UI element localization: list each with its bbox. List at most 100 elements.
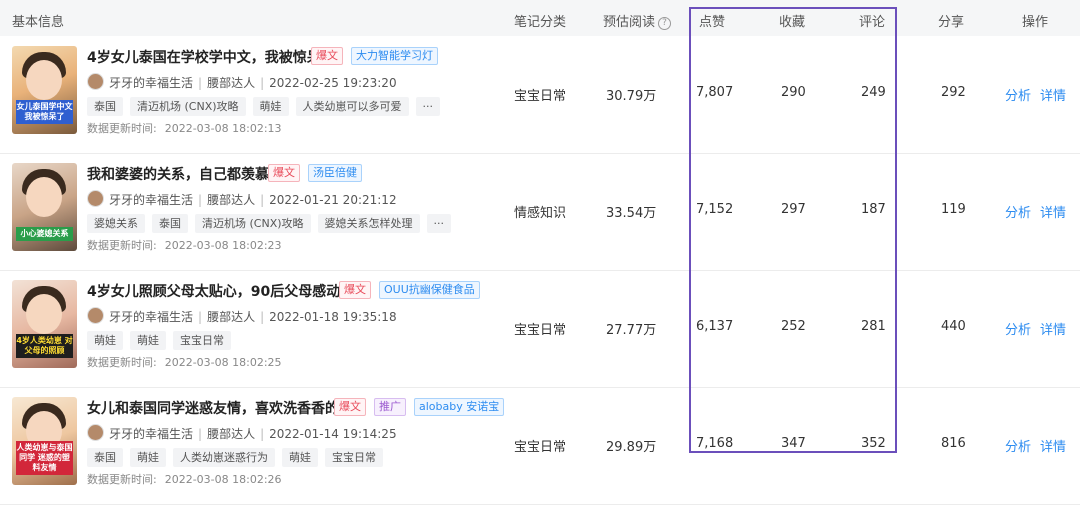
topic-tag[interactable]: ··· <box>426 214 452 233</box>
avatar <box>87 424 104 441</box>
shares-value: 119 <box>941 202 966 217</box>
detail-link[interactable]: 详情 <box>1040 436 1066 455</box>
note-thumbnail[interactable]: 4岁人类幼崽 对父母的照顾 <box>12 280 77 368</box>
divider: | <box>198 310 203 324</box>
topic-tag[interactable]: 萌娃 <box>87 331 123 350</box>
comments-value: 249 <box>861 85 886 100</box>
update-time: 数据更新时间: 2022-03-08 18:02:25 <box>87 354 282 370</box>
col-comments[interactable]: 评论 <box>859 11 885 30</box>
topic-tag[interactable]: 萌娃 <box>130 448 166 467</box>
thumbnail-face <box>26 177 62 217</box>
update-time-label: 数据更新时间: <box>87 356 157 369</box>
analyze-link[interactable]: 分析 <box>1005 319 1031 338</box>
divider: | <box>260 427 265 441</box>
note-thumbnail[interactable]: 女儿泰国学中文 我被惊呆了 <box>12 46 77 134</box>
topic-tag[interactable]: 萌娃 <box>282 448 318 467</box>
col-likes[interactable]: 点赞 <box>699 11 725 30</box>
comments-value: 187 <box>861 202 886 217</box>
brand-badge: 大力智能学习灯 <box>351 47 438 65</box>
update-time-label: 数据更新时间: <box>87 122 157 135</box>
author-name[interactable]: 牙牙的幸福生活 <box>109 193 193 207</box>
col-basic-info: 基本信息 <box>12 15 65 30</box>
col-est-reads[interactable]: 预估阅读? <box>603 11 672 30</box>
brand-badge: OUU抗幽保健食品 <box>379 281 480 299</box>
publish-time: 2022-01-14 19:14:25 <box>269 427 397 441</box>
divider: | <box>198 76 203 90</box>
update-time: 数据更新时间: 2022-03-08 18:02:13 <box>87 120 282 136</box>
analyze-link[interactable]: 分析 <box>1005 436 1031 455</box>
analyze-link[interactable]: 分析 <box>1005 202 1031 221</box>
topic-tag[interactable]: ··· <box>415 97 441 116</box>
shares-value: 816 <box>941 436 966 451</box>
divider: | <box>260 193 265 207</box>
note-title[interactable]: 4岁女儿照顾父母太贴心，90后父母感动哭了 <box>87 281 368 301</box>
hot-badge: 爆文 <box>311 47 343 65</box>
detail-link[interactable]: 详情 <box>1040 202 1066 221</box>
topic-tag[interactable]: 清迈机场 (CNX)攻略 <box>195 214 311 233</box>
analyze-link[interactable]: 分析 <box>1005 85 1031 104</box>
tag-list: 泰国 萌娃 人类幼崽迷惑行为 萌娃 宝宝日常 <box>87 446 390 467</box>
est-reads-value: 30.79万 <box>606 89 657 104</box>
publish-time: 2022-01-21 20:21:12 <box>269 193 397 207</box>
table-row: 小心婆媳关系 我和婆婆的关系，自己都羡慕了 爆文 汤臣倍健 牙牙的幸福生活 | 腰部达… <box>0 153 1080 271</box>
likes-value: 7,807 <box>696 85 734 100</box>
author-name[interactable]: 牙牙的幸福生活 <box>109 76 193 90</box>
update-time-label: 数据更新时间: <box>87 239 157 252</box>
brand-badge: 汤臣倍健 <box>308 164 362 182</box>
promo-badge: 推广 <box>374 398 406 416</box>
divider: | <box>260 310 265 324</box>
col-est-reads-label: 预估阅读 <box>603 15 656 30</box>
tag-list: 婆媳关系 泰国 清迈机场 (CNX)攻略 婆媳关系怎样处理 ··· <box>87 212 458 233</box>
likes-value: 7,152 <box>696 202 734 217</box>
detail-link[interactable]: 详情 <box>1040 319 1066 338</box>
topic-tag[interactable]: 人类幼崽迷惑行为 <box>173 448 275 467</box>
topic-tag[interactable]: 萌娃 <box>130 331 166 350</box>
thumbnail-caption: 小心婆媳关系 <box>16 227 73 241</box>
divider: | <box>198 193 203 207</box>
author-level: 腰部达人 <box>207 76 256 90</box>
avatar <box>87 307 104 324</box>
note-title[interactable]: 女儿和泰国同学迷惑友情，喜欢洗香香的... <box>87 398 355 418</box>
note-title[interactable]: 我和婆婆的关系，自己都羡慕了 <box>87 164 283 184</box>
col-shares[interactable]: 分享 <box>938 11 964 30</box>
topic-tag[interactable]: 宝宝日常 <box>173 331 231 350</box>
update-time-value: 2022-03-08 18:02:23 <box>164 239 282 252</box>
topic-tag[interactable]: 婆媳关系 <box>87 214 145 233</box>
table-row: 女儿泰国学中文 我被惊呆了 4岁女儿泰国在学校学中文，我被惊呆了 爆文 大力智能学… <box>0 36 1080 154</box>
hot-badge: 爆文 <box>339 281 371 299</box>
shares-value: 292 <box>941 85 966 100</box>
update-time-label: 数据更新时间: <box>87 473 157 486</box>
col-favorites[interactable]: 收藏 <box>779 11 805 30</box>
info-icon[interactable]: ? <box>658 17 672 30</box>
divider: | <box>198 427 203 441</box>
author-name[interactable]: 牙牙的幸福生活 <box>109 310 193 324</box>
topic-tag[interactable]: 萌娃 <box>252 97 289 116</box>
topic-tag[interactable]: 清迈机场 (CNX)攻略 <box>130 97 246 116</box>
topic-tag[interactable]: 婆媳关系怎样处理 <box>317 214 420 233</box>
author-row: 牙牙的幸福生活 | 腰部达人 | 2022-01-14 19:14:25 <box>87 424 397 442</box>
est-reads-value: 33.54万 <box>606 206 657 221</box>
author-level: 腰部达人 <box>207 427 256 441</box>
topic-tag[interactable]: 泰国 <box>87 97 123 116</box>
author-name[interactable]: 牙牙的幸福生活 <box>109 427 193 441</box>
hot-badge: 爆文 <box>334 398 366 416</box>
author-row: 牙牙的幸福生活 | 腰部达人 | 2022-01-18 19:35:18 <box>87 307 397 325</box>
topic-tag[interactable]: 泰国 <box>152 214 188 233</box>
note-thumbnail[interactable]: 人类幼崽与泰国同学 迷惑的塑料友情 <box>12 397 77 485</box>
topic-tag[interactable]: 人类幼崽可以多可爱 <box>295 97 409 116</box>
col-category[interactable]: 笔记分类 <box>514 11 566 30</box>
detail-link[interactable]: 详情 <box>1040 85 1066 104</box>
topic-tag[interactable]: 宝宝日常 <box>325 448 383 467</box>
est-reads-value: 27.77万 <box>606 323 657 338</box>
note-title[interactable]: 4岁女儿泰国在学校学中文，我被惊呆了 <box>87 47 335 67</box>
hot-badge: 爆文 <box>268 164 300 182</box>
table-row: 人类幼崽与泰国同学 迷惑的塑料友情 女儿和泰国同学迷惑友情，喜欢洗香香的... … <box>0 387 1080 505</box>
topic-tag[interactable]: 泰国 <box>87 448 123 467</box>
author-row: 牙牙的幸福生活 | 腰部达人 | 2022-02-25 19:23:20 <box>87 73 397 91</box>
note-category: 宝宝日常 <box>514 89 567 104</box>
note-category: 情感知识 <box>514 206 567 221</box>
note-thumbnail[interactable]: 小心婆媳关系 <box>12 163 77 251</box>
likes-value: 7,168 <box>696 436 734 451</box>
publish-time: 2022-02-25 19:23:20 <box>269 76 397 90</box>
author-row: 牙牙的幸福生活 | 腰部达人 | 2022-01-21 20:21:12 <box>87 190 397 208</box>
